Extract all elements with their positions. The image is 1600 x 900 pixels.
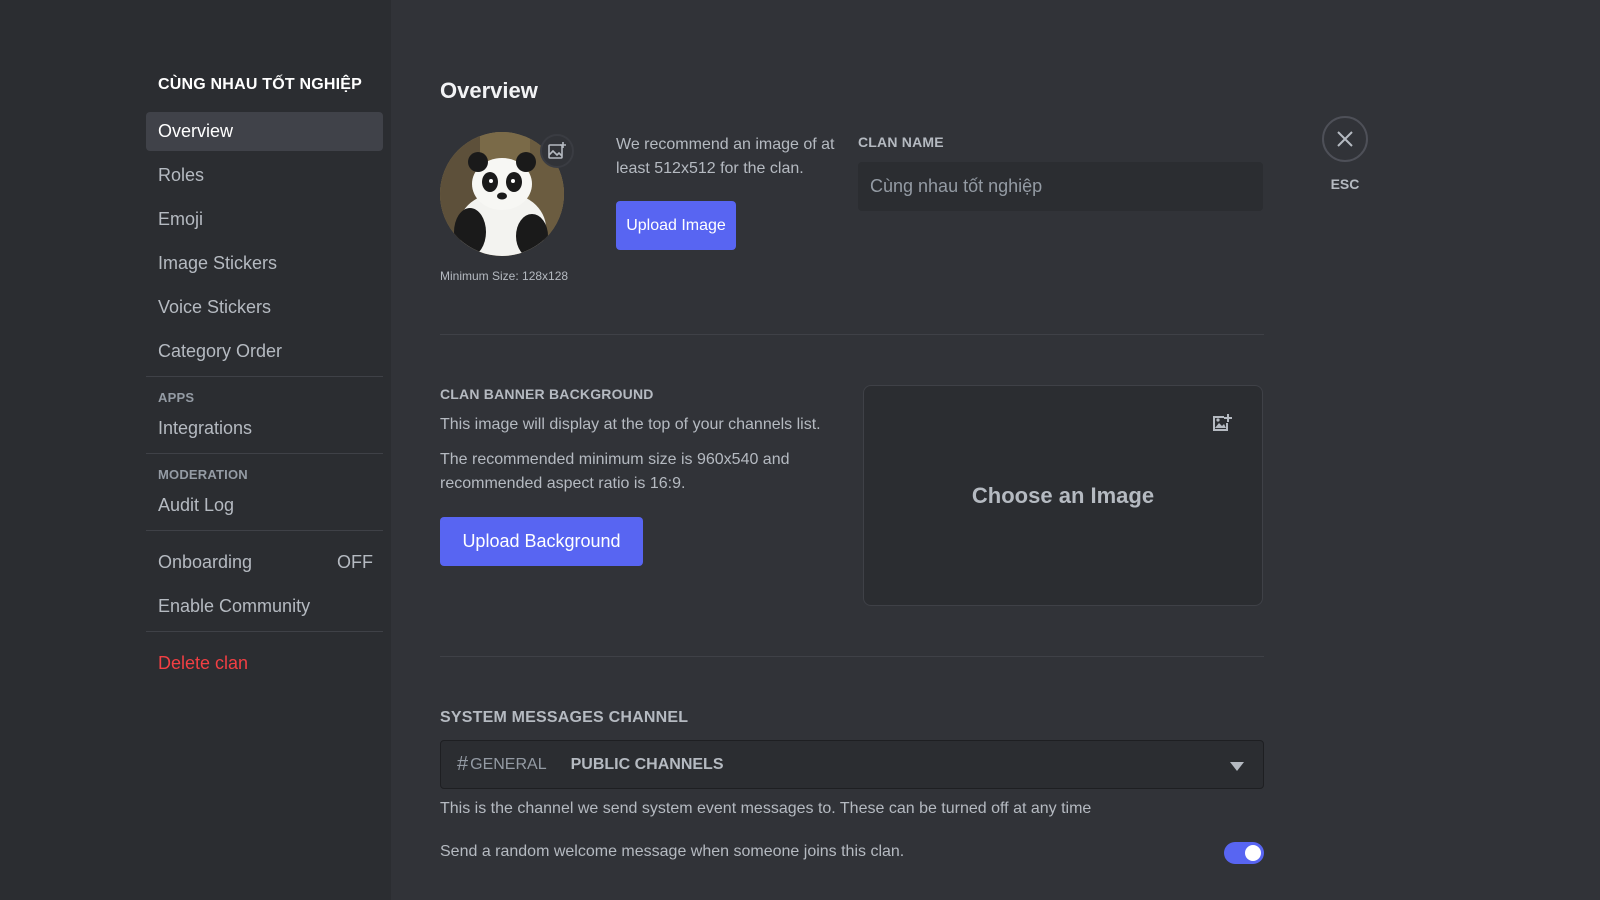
sidebar-item-audit-log[interactable]: Audit Log	[146, 486, 383, 525]
settings-content: Overview Minimum Size: 128x128 We recomm…	[440, 0, 1264, 900]
banner-size-recommendation: The recommended minimum size is 960x540 …	[440, 451, 790, 492]
sidebar-item-onboarding[interactable]: Onboarding OFF	[146, 543, 383, 582]
sidebar-divider	[146, 530, 383, 531]
section-divider	[440, 334, 1264, 335]
sidebar-item-overview[interactable]: Overview	[146, 112, 383, 151]
window-edge	[1568, 0, 1600, 900]
banner-description: This image will display at the top of yo…	[440, 416, 821, 433]
sidebar-item-enable-community[interactable]: Enable Community	[146, 587, 383, 626]
add-image-icon[interactable]	[540, 134, 574, 168]
esc-label: ESC	[1330, 176, 1360, 192]
sidebar-item-image-stickers[interactable]: Image Stickers	[146, 244, 383, 283]
selected-channel-name: GENERAL	[470, 755, 547, 773]
onboarding-status-badge: OFF	[337, 552, 373, 572]
welcome-message-label: Send a random welcome message when someo…	[440, 843, 905, 860]
upload-background-button[interactable]: Upload Background	[440, 517, 643, 566]
chevron-down-icon	[1229, 759, 1245, 777]
page-title: Overview	[440, 78, 538, 103]
settings-sidebar: CÙNG NHAU TỐT NGHIỆP Overview Roles Emoj…	[0, 0, 391, 900]
section-divider	[440, 656, 1264, 657]
sidebar-item-roles[interactable]: Roles	[146, 156, 383, 195]
banner-section-label: CLAN BANNER BACKGROUND	[440, 386, 654, 402]
moderation-section-header: MODERATION	[158, 467, 248, 482]
apps-section-header: APPS	[158, 390, 195, 405]
clan-avatar-uploader[interactable]	[440, 132, 574, 256]
sidebar-divider	[146, 453, 383, 454]
channel-hash-icon: #	[457, 753, 469, 775]
sidebar-item-emoji[interactable]: Emoji	[146, 200, 383, 239]
sidebar-item-integrations[interactable]: Integrations	[146, 409, 383, 448]
sidebar-item-voice-stickers[interactable]: Voice Stickers	[146, 288, 383, 327]
sidebar-divider	[146, 631, 383, 632]
avatar-recommendation-text: We recommend an image of at least 512x51…	[616, 136, 835, 177]
server-title: CÙNG NHAU TỐT NGHIỆP	[158, 76, 362, 93]
add-image-icon	[1210, 412, 1232, 439]
sidebar-item-label: Onboarding	[158, 552, 253, 572]
system-channel-help: This is the channel we send system event…	[440, 800, 1092, 817]
choose-image-label: Choose an Image	[971, 482, 1155, 508]
channel-group-label: PUBLIC CHANNELS	[570, 755, 724, 773]
clan-name-input[interactable]	[858, 162, 1263, 211]
system-channel-label: SYSTEM MESSAGES CHANNEL	[440, 709, 689, 726]
upload-image-button[interactable]: Upload Image	[616, 201, 736, 250]
close-icon	[1337, 131, 1353, 147]
sidebar-item-category-order[interactable]: Category Order	[146, 332, 383, 371]
clan-name-label: CLAN NAME	[858, 134, 944, 150]
close-settings-button[interactable]	[1322, 116, 1368, 162]
welcome-message-toggle[interactable]	[1224, 842, 1264, 864]
sidebar-item-delete-clan[interactable]: Delete clan	[146, 644, 383, 683]
sidebar-nav: CÙNG NHAU TỐT NGHIỆP Overview Roles Emoj…	[146, 74, 383, 688]
banner-image-dropzone[interactable]: Choose an Image	[863, 385, 1263, 606]
avatar-min-size-hint: Minimum Size: 128x128	[440, 269, 569, 283]
toggle-knob	[1245, 845, 1261, 861]
sidebar-divider	[146, 376, 383, 377]
system-channel-select[interactable]: # GENERAL PUBLIC CHANNELS	[440, 740, 1264, 789]
